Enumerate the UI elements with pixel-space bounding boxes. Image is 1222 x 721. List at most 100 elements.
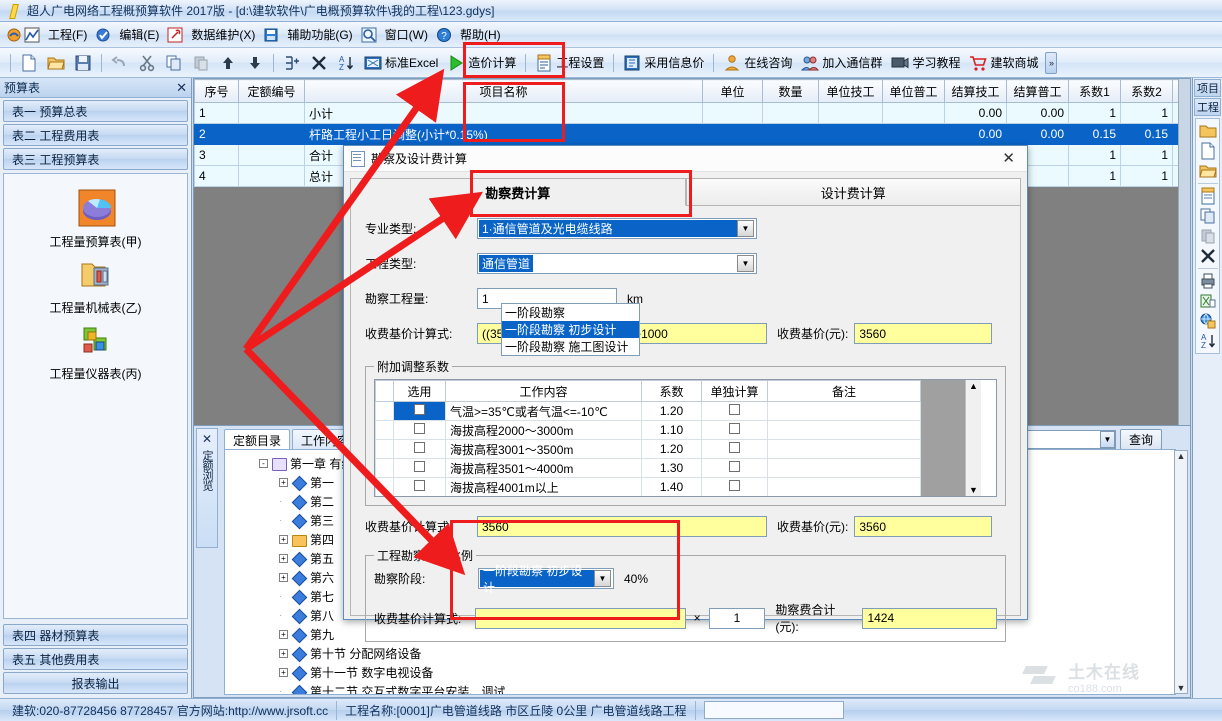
tree-expander[interactable]: + [279, 535, 288, 544]
menu-item-help[interactable]: 帮助(H) [454, 24, 507, 46]
table-row[interactable]: 海拔高程2000～3000m 1.10 [375, 420, 921, 440]
menu-item-data-maintain[interactable]: 数据维护(X) [185, 24, 261, 46]
column-header[interactable]: 单位技工 [818, 79, 883, 103]
separate-calc-cell[interactable] [701, 439, 768, 459]
join-group-button[interactable]: 加入通信群 [797, 51, 886, 75]
undo-button[interactable] [107, 51, 133, 75]
dropdown-option[interactable]: 一阶段勘察 [502, 304, 639, 321]
table-row[interactable]: 气温>=35℃或者气温<=-10℃ 1.20 [375, 401, 921, 421]
checkbox-icon[interactable] [729, 423, 740, 434]
sort-button[interactable]: AZ [333, 51, 359, 75]
tree-expander[interactable]: + [279, 668, 288, 677]
survey-stage-combo[interactable]: 一阶段勘察 初步设计 ▼ [478, 564, 614, 595]
quota-browser-tabstrip[interactable]: ✕ 定额浏览 [196, 428, 218, 548]
tree-node[interactable]: · 第十二节 交互式数字平台安装、调试 [231, 682, 1175, 694]
multiplier-input[interactable]: 1 [708, 607, 766, 629]
tree-expander[interactable]: + [279, 649, 288, 658]
separate-calc-cell[interactable] [701, 477, 768, 496]
checkbox-icon[interactable] [414, 442, 425, 453]
menu-item-project[interactable]: 工程(F) [42, 24, 93, 46]
checkbox-icon[interactable] [414, 461, 425, 472]
table-row[interactable]: 海拔高程3001～3500m 1.20 [375, 439, 921, 459]
ratio-formula-input[interactable] [475, 607, 686, 629]
project-settings-button[interactable]: 工程设置 [531, 51, 608, 75]
tree-expander[interactable]: + [279, 478, 288, 487]
folder-yellow-icon[interactable] [1199, 122, 1217, 140]
close-icon[interactable]: ✕ [996, 151, 1021, 166]
chevron-down-icon[interactable]: ▼ [737, 255, 754, 272]
select-checkbox-cell[interactable] [393, 420, 446, 440]
copy-button[interactable] [161, 51, 187, 75]
move-up-button[interactable] [215, 51, 241, 75]
query-button[interactable]: 查询 [1119, 429, 1162, 450]
adjust-table-scrollbar[interactable]: ▲ ▼ [965, 380, 981, 496]
survey-total-input[interactable]: 1424 [862, 607, 997, 629]
status-input[interactable] [703, 701, 844, 719]
column-header[interactable]: 结算普工 [1006, 79, 1069, 103]
tree-expander[interactable]: + [279, 554, 288, 563]
checkbox-icon[interactable] [729, 480, 740, 491]
tutorial-button[interactable]: 学习教程 [887, 51, 964, 75]
sidebar-item-table5[interactable]: 表五 其他费用表 [3, 648, 188, 670]
checkbox-icon[interactable] [729, 442, 740, 453]
column-header[interactable]: 项目名称 [304, 79, 703, 103]
project-type-combo[interactable]: 通信管道 ▼ [477, 253, 757, 274]
open-file-button[interactable] [43, 51, 69, 75]
column-header[interactable]: 序号 [194, 79, 239, 103]
sidebar-item-table4[interactable]: 表四 器材预算表 [3, 624, 188, 646]
table-row[interactable]: 2 杆路工程小工日调整(小计*0.15%) 0.00 0.00 0.15 0.1… [194, 123, 1190, 145]
checkbox-icon[interactable] [414, 480, 425, 491]
sidebar-item-table1[interactable]: 表一 预算总表 [3, 100, 188, 122]
excel-export-icon[interactable] [1199, 292, 1217, 310]
right-dock-tab-engineering[interactable]: 工程1 [1194, 98, 1221, 116]
close-icon[interactable]: ✕ [176, 81, 187, 94]
table-row[interactable]: 1 小计 0.00 0.00 1 1 [194, 102, 1190, 124]
copy-icon[interactable] [1199, 207, 1217, 225]
cost-calc-button[interactable]: 造价计算 [443, 51, 520, 75]
select-checkbox-cell[interactable] [393, 401, 446, 421]
sort-az-icon[interactable]: AZ [1199, 332, 1217, 350]
checkbox-icon[interactable] [414, 404, 425, 415]
tree-expander[interactable]: - [259, 459, 268, 468]
delete-x-icon[interactable] [1199, 247, 1217, 265]
new-doc-icon[interactable] [1199, 142, 1217, 160]
right-dock-tab-project[interactable]: 项目1 [1194, 79, 1221, 97]
sidebar-item-table2[interactable]: 表二 工程费用表 [3, 124, 188, 146]
column-header[interactable]: 单位 [702, 79, 763, 103]
tree-node[interactable]: + 第十一节 数字电视设备 [231, 663, 1175, 682]
column-header[interactable]: 定额编号 [238, 79, 305, 103]
tree-expander[interactable]: + [279, 630, 288, 639]
major-type-combo[interactable]: 1·通信管道及光电缆线路 ▼ [477, 218, 757, 239]
column-header[interactable]: 单位普工 [882, 79, 945, 103]
scroll-down-arrow[interactable]: ▼ [969, 485, 978, 495]
delete-button[interactable] [306, 51, 332, 75]
open-folder-icon[interactable] [1198, 162, 1217, 180]
toolbar-collapse-button[interactable]: » [1045, 51, 1058, 74]
save-button[interactable] [70, 51, 96, 75]
checkbox-icon[interactable] [414, 423, 425, 434]
menu-item-edit[interactable]: 编辑(E) [113, 24, 165, 46]
select-checkbox-cell[interactable] [393, 458, 446, 478]
sidebar-icon-machine-b[interactable]: 工程量机械表(乙) [4, 254, 187, 316]
standard-excel-button[interactable]: 标准Excel [360, 51, 442, 75]
survey-stage-dropdown-list[interactable]: 一阶段勘察 一阶段勘察 初步设计 一阶段勘察 施工图设计 [501, 303, 640, 356]
settings-doc-icon[interactable] [1199, 187, 1217, 205]
base-price-input[interactable]: 3560 [854, 323, 993, 344]
column-header[interactable]: 系数2 [1120, 79, 1173, 103]
column-header[interactable]: 系数1 [1068, 79, 1121, 103]
tab-survey-fee[interactable]: 勘察费计算 [350, 178, 686, 206]
new-file-button[interactable] [16, 51, 42, 75]
separate-calc-cell[interactable] [701, 401, 768, 421]
tab-quota-catalog[interactable]: 定额目录 [224, 429, 291, 449]
chevron-down-icon[interactable]: ▼ [1099, 431, 1115, 448]
paste-button[interactable] [188, 51, 214, 75]
menu-item-window[interactable]: 窗口(W) [379, 24, 434, 46]
menu-item-aux-function[interactable]: 辅助功能(G) [281, 24, 358, 46]
select-checkbox-cell[interactable] [393, 477, 446, 496]
separate-calc-cell[interactable] [701, 420, 768, 440]
paste-icon[interactable] [1199, 227, 1217, 245]
insert-row-button[interactable] [279, 51, 305, 75]
column-header[interactable]: 数量 [762, 79, 819, 103]
scroll-down-arrow[interactable]: ▼ [1177, 683, 1186, 693]
chevron-down-icon[interactable]: ▼ [594, 570, 611, 587]
